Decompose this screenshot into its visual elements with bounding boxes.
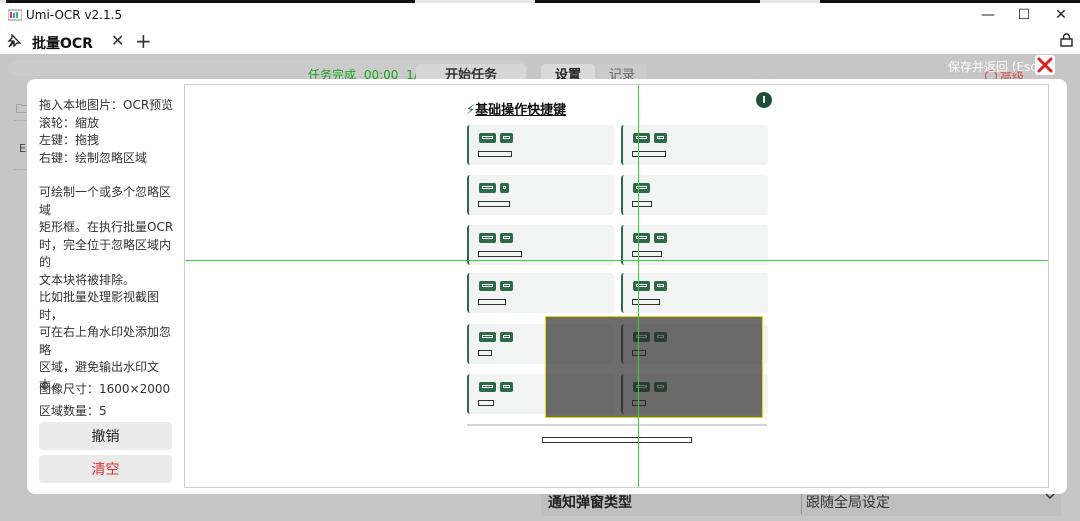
- card-caption: [478, 151, 512, 157]
- tab-batch-ocr[interactable]: 批量OCR: [32, 33, 93, 53]
- image-size-info: 图像尺寸：1600×2000: [39, 380, 170, 397]
- image-size-label: 图像尺寸：: [39, 382, 100, 396]
- lightning-icon: ⚡: [466, 103, 476, 118]
- shortcut-card: [467, 273, 614, 313]
- key-icon: [633, 233, 650, 243]
- key-icon: [500, 183, 509, 193]
- window-title: Umi-OCR v2.1.5: [26, 8, 123, 22]
- shortcut-card: [467, 125, 614, 165]
- card-caption: [478, 201, 510, 207]
- help-line: 左键：拖拽: [39, 133, 100, 147]
- shortcut-card: [621, 273, 768, 313]
- shortcut-card: [467, 225, 614, 265]
- key-icon: [500, 133, 513, 143]
- key-icon: [479, 183, 496, 193]
- help-line: 右键：绘制忽略区域: [39, 150, 148, 165]
- key-icon: [500, 233, 513, 243]
- app-icon: [8, 9, 22, 21]
- help-line: 滚轮：缩放: [39, 115, 100, 130]
- lock-icon[interactable]: [1060, 33, 1073, 47]
- close-dialog-button[interactable]: [1035, 55, 1055, 75]
- card-caption: [632, 251, 662, 257]
- save-and-return-label[interactable]: 保存并返回 (Esc): [948, 58, 1042, 75]
- card-caption: [478, 400, 494, 406]
- key-icon: [500, 332, 513, 342]
- image-preview-canvas[interactable]: ⚡基础操作快捷键: [184, 84, 1049, 488]
- key-icon: [479, 281, 496, 291]
- card-caption: [478, 251, 522, 257]
- region-count-value: 5: [99, 404, 107, 418]
- desc-line: 比如批量处理影视截图时，: [39, 290, 160, 322]
- crosshair-horizontal: [185, 260, 1048, 261]
- shortcut-card: [621, 225, 768, 265]
- desc-line: 可绘制一个或多个忽略区域: [39, 185, 172, 217]
- key-icon: [654, 133, 667, 143]
- doc-title: ⚡基础操作快捷键: [466, 99, 566, 118]
- tab-close-icon[interactable]: ✕: [111, 31, 124, 50]
- close-window-button[interactable]: ✕: [1041, 0, 1080, 30]
- key-icon: [633, 133, 650, 143]
- key-icon: [633, 183, 650, 193]
- notify-select[interactable]: 跟随全局设定: [806, 492, 890, 512]
- doc-divider: [467, 424, 767, 426]
- image-size-value: 1600×2000: [99, 382, 171, 396]
- card-caption: [478, 299, 506, 305]
- desc-line: 文本块将被排除。: [39, 272, 136, 287]
- shortcut-card: [621, 175, 768, 215]
- key-icon: [500, 281, 513, 291]
- desc-line: 可在右上角水印处添加忽略: [39, 325, 172, 357]
- close-icon: [1037, 57, 1053, 73]
- key-icon: [479, 382, 496, 392]
- help-text: 拖入本地图片：OCR预览 滚轮：缩放 左键：拖拽 右键：绘制忽略区域 可绘制一个…: [39, 97, 179, 394]
- maximize-button[interactable]: ☐: [1004, 0, 1044, 30]
- shortcut-card: [467, 175, 614, 215]
- pin-icon[interactable]: [7, 34, 21, 48]
- help-line: 拖入本地图片：OCR预览: [39, 98, 174, 112]
- key-icon: [500, 382, 513, 392]
- key-icon: [479, 332, 496, 342]
- title-bar: [0, 0, 1080, 30]
- minimize-button[interactable]: —: [968, 0, 1008, 30]
- card-caption: [632, 299, 660, 305]
- notify-label: 通知弹窗类型: [548, 495, 632, 511]
- key-icon: [654, 233, 667, 243]
- undo-button[interactable]: 撤销: [39, 422, 172, 450]
- desc-line: 矩形框。在执行批量OCR: [39, 220, 174, 234]
- doc-title-text: 基础操作快捷键: [475, 103, 567, 118]
- clear-button[interactable]: 清空: [39, 455, 172, 483]
- doc-badge-icon: [756, 92, 772, 108]
- key-icon: [479, 233, 496, 243]
- key-icon: [654, 281, 667, 291]
- region-count-info: 区域数量：5: [39, 402, 107, 419]
- crosshair-vertical: [638, 85, 639, 487]
- card-caption: [632, 201, 652, 207]
- doc-footnote: [542, 437, 692, 443]
- bg-divider: [14, 120, 26, 170]
- shortcut-card: [621, 125, 768, 165]
- ignore-region[interactable]: [545, 316, 763, 418]
- card-caption: [478, 350, 492, 356]
- desc-line: 时，完全位于忽略区域内的: [39, 237, 172, 270]
- top-strip: [0, 0, 1080, 3]
- region-count-label: 区域数量：: [39, 404, 100, 418]
- tab-bar: [0, 30, 1080, 54]
- add-tab-icon[interactable]: +: [135, 29, 152, 53]
- key-icon: [479, 133, 496, 143]
- key-icon: [633, 281, 650, 291]
